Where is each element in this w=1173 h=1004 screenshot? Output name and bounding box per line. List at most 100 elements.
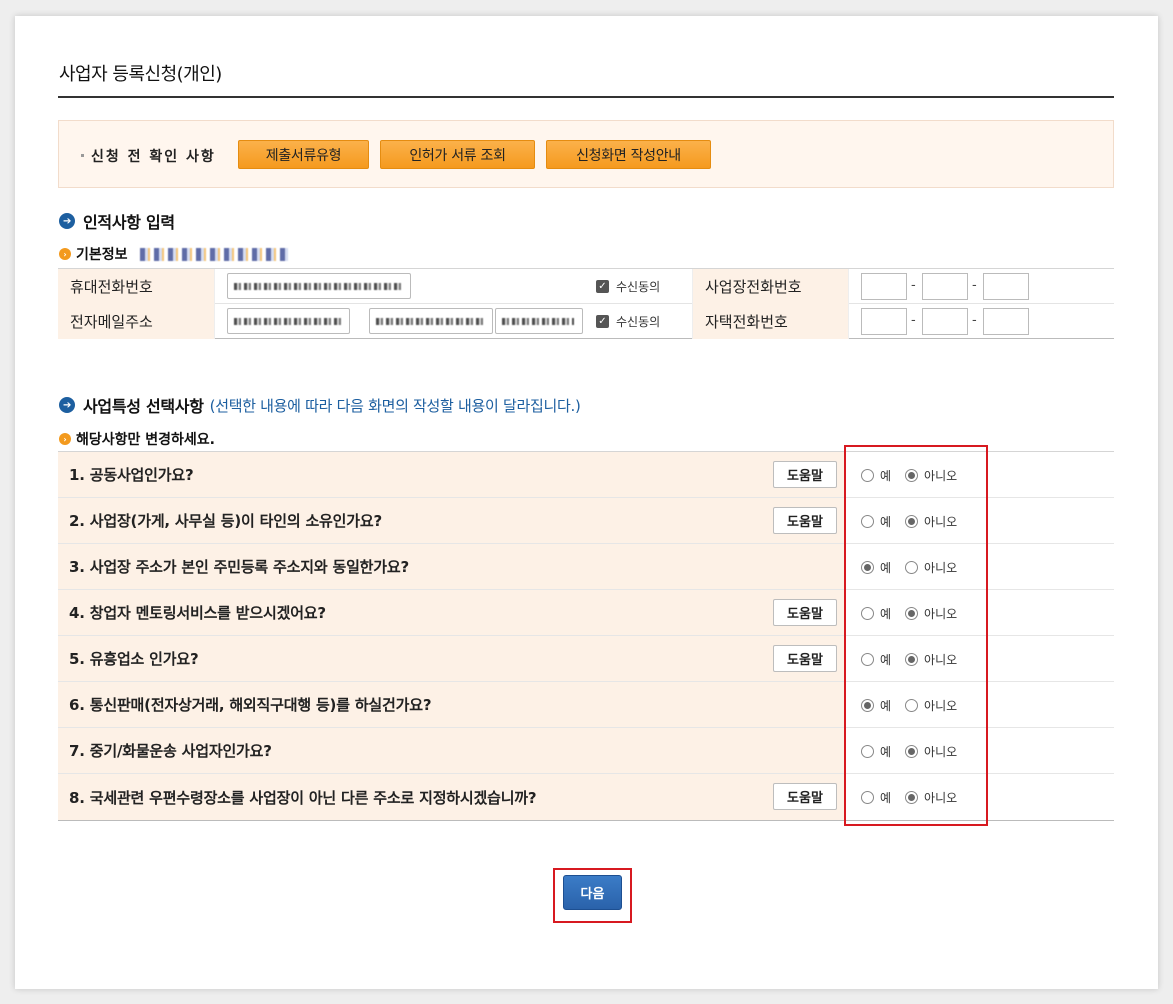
help-button[interactable]: 도움말 [773,507,837,534]
next-button[interactable]: 다음 [563,875,622,910]
biz-phone-label: 사업장전화번호 [692,269,849,304]
question-text: 6. 통신판매(전자상거래, 해외직구대행 등)를 하실건가요? [58,682,845,727]
home-phone-suffix-input[interactable] [983,308,1029,335]
email-row: 전자메일주소 ✓ 수신동의 자택전화번호 - - [58,304,1114,339]
yes-label: 예 [880,607,892,621]
no-radio[interactable] [905,515,919,528]
help-button[interactable]: 도움말 [773,645,837,672]
document-types-button[interactable]: 제출서류유형 [238,140,369,169]
yes-label: 예 [880,745,892,759]
dash: - [972,313,977,328]
yes-label: 예 [880,515,892,529]
answer-radio-group: 예 아니오 [861,743,971,760]
question-row: 7. 중기/화물운송 사업자인가요? 예 아니오 [58,728,1114,774]
dash: - [972,278,977,293]
no-radio[interactable] [905,653,919,666]
help-button[interactable]: 도움말 [773,599,837,626]
email-id-input[interactable] [227,308,350,334]
no-radio[interactable] [905,469,919,482]
chevron-right-icon: › [59,248,71,260]
question-row: 1. 공동사업인가요? 도움말 예 아니오 [58,452,1114,498]
no-radio[interactable] [905,561,919,574]
answer-radio-group: 예 아니오 [861,789,971,806]
help-button[interactable]: 도움말 [773,461,837,488]
mobile-row: 휴대전화번호 ✓ 수신동의 사업장전화번호 - - [58,269,1114,304]
business-subheading: › 해당사항만 변경하세요. [59,429,215,449]
page-container: 사업자 등록신청(개인) 신청 전 확인 사항 제출서류유형 인허가 서류 조회… [15,16,1158,989]
basic-info-subheading: › 기본정보 [59,244,288,264]
no-label: 아니오 [924,791,958,805]
masked-user-name [139,247,288,261]
pre-check-label: 신청 전 확인 사항 [81,146,216,166]
bullet-dot-icon [81,153,84,157]
business-heading: ➔ 사업특성 선택사항 (선택한 내용에 따라 다음 화면의 작성할 내용이 달… [59,393,581,417]
yes-radio[interactable] [861,607,874,620]
yes-radio[interactable] [861,699,874,712]
biz-phone-area-input[interactable] [861,273,907,300]
no-radio[interactable] [905,745,919,758]
pre-check-box: 신청 전 확인 사항 제출서류유형 인허가 서류 조회 신청화면 작성안내 [58,120,1114,188]
no-radio[interactable] [905,699,919,712]
yes-label: 예 [880,699,892,713]
no-label: 아니오 [924,469,958,483]
answer-radio-group: 예 아니오 [861,467,971,484]
no-label: 아니오 [924,515,958,529]
no-label: 아니오 [924,699,958,713]
question-text: 3. 사업장 주소가 본인 주민등록 주소지와 동일한가요? [58,544,845,589]
question-text: 7. 중기/화물운송 사업자인가요? [58,728,845,773]
answer-radio-group: 예 아니오 [861,697,971,714]
email-domain-select[interactable] [495,308,583,334]
contact-table: 휴대전화번호 ✓ 수신동의 사업장전화번호 - - 전자메일주소 ✓ 수신동의 … [58,268,1114,339]
question-row: 5. 유흥업소 인가요? 도움말 예 아니오 [58,636,1114,682]
no-label: 아니오 [924,607,958,621]
answer-radio-group: 예 아니오 [861,651,971,668]
biz-phone-suffix-input[interactable] [983,273,1029,300]
dash: - [911,313,916,328]
arrow-right-icon: ➔ [59,397,75,413]
permit-lookup-button[interactable]: 인허가 서류 조회 [380,140,535,169]
form-guide-button[interactable]: 신청화면 작성안내 [546,140,711,169]
business-note: (선택한 내용에 따라 다음 화면의 작성할 내용이 달라집니다.) [209,396,581,415]
question-text: 8. 국세관련 우편수령장소를 사업장이 아닌 다른 주소로 지정하시겠습니까? [58,774,845,820]
home-phone-area-input[interactable] [861,308,907,335]
personal-info-heading: ➔ 인적사항 입력 [59,209,175,233]
yes-radio[interactable] [861,791,874,804]
yes-radio[interactable] [861,561,874,574]
question-row: 6. 통신판매(전자상거래, 해외직구대행 등)를 하실건가요? 예 아니오 [58,682,1114,728]
yes-label: 예 [880,791,892,805]
no-radio[interactable] [905,791,919,804]
email-consent-checkbox[interactable]: ✓ 수신동의 [596,313,660,330]
chevron-right-icon: › [59,433,71,445]
help-button[interactable]: 도움말 [773,783,837,810]
question-row: 4. 창업자 멘토링서비스를 받으시겠어요? 도움말 예 아니오 [58,590,1114,636]
question-text: 2. 사업장(가게, 사무실 등)이 타인의 소유인가요? [58,498,845,543]
question-text: 4. 창업자 멘토링서비스를 받으시겠어요? [58,590,845,635]
dash: - [911,278,916,293]
mobile-consent-checkbox[interactable]: ✓ 수신동의 [596,278,660,295]
business-questions-table: 1. 공동사업인가요? 도움말 예 아니오 2. 사업장(가게, 사무실 등)이 타인의… [58,451,1114,821]
email-domain-input[interactable] [369,308,493,334]
no-radio[interactable] [905,607,919,620]
home-phone-label: 자택전화번호 [692,304,849,339]
yes-label: 예 [880,653,892,667]
question-row: 3. 사업장 주소가 본인 주민등록 주소지와 동일한가요? 예 아니오 [58,544,1114,590]
yes-radio[interactable] [861,653,874,666]
yes-label: 예 [880,561,892,575]
email-label: 전자메일주소 [58,304,215,339]
biz-phone-prefix-input[interactable] [922,273,968,300]
check-icon: ✓ [596,280,609,293]
no-label: 아니오 [924,561,958,575]
question-text: 1. 공동사업인가요? [58,452,845,497]
page-title: 사업자 등록신청(개인) [59,64,222,85]
yes-radio[interactable] [861,515,874,528]
home-phone-prefix-input[interactable] [922,308,968,335]
title-divider [58,96,1114,98]
yes-radio[interactable] [861,745,874,758]
answer-radio-group: 예 아니오 [861,513,971,530]
yes-radio[interactable] [861,469,874,482]
yes-label: 예 [880,469,892,483]
answer-radio-group: 예 아니오 [861,605,971,622]
mobile-input[interactable] [227,273,411,299]
check-icon: ✓ [596,315,609,328]
answer-radio-group: 예 아니오 [861,559,971,576]
